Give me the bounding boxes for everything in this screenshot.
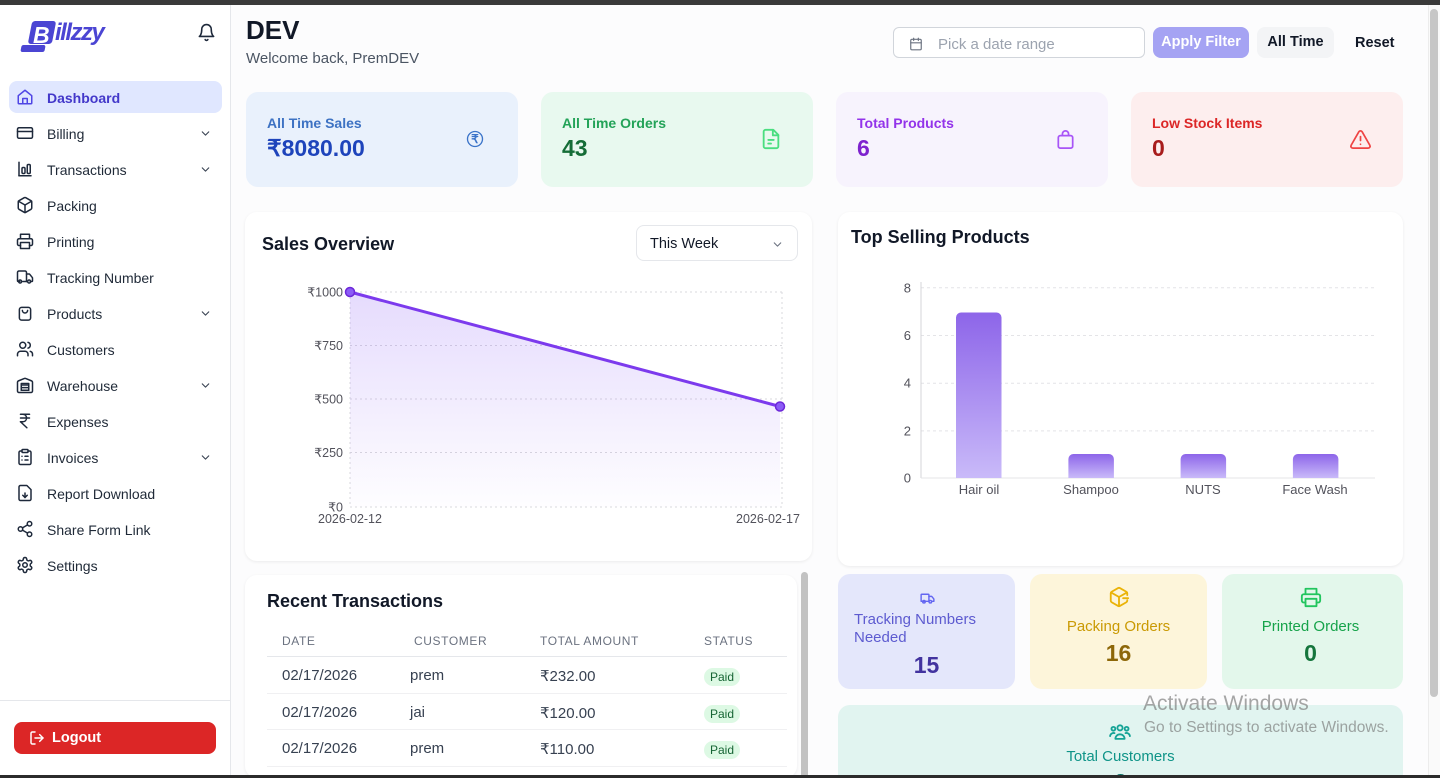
svg-text:8: 8 bbox=[904, 280, 911, 295]
svg-text:Shampoo: Shampoo bbox=[1063, 482, 1119, 497]
svg-text:Face Wash: Face Wash bbox=[1282, 482, 1347, 497]
svg-text:2026-02-17: 2026-02-17 bbox=[736, 512, 800, 526]
svg-text:Hair oil: Hair oil bbox=[959, 482, 1000, 497]
svg-text:₹: ₹ bbox=[471, 132, 479, 146]
svg-text:2: 2 bbox=[904, 423, 911, 438]
svg-text:2026-02-12: 2026-02-12 bbox=[318, 512, 382, 526]
svg-text:6: 6 bbox=[904, 328, 911, 343]
svg-text:₹500: ₹500 bbox=[314, 393, 343, 407]
svg-text:₹1000: ₹1000 bbox=[307, 286, 343, 300]
svg-text:0: 0 bbox=[904, 471, 911, 486]
svg-text:4: 4 bbox=[904, 376, 911, 391]
svg-text:₹750: ₹750 bbox=[314, 339, 343, 353]
svg-text:NUTS: NUTS bbox=[1185, 482, 1221, 497]
svg-text:₹250: ₹250 bbox=[314, 446, 343, 460]
